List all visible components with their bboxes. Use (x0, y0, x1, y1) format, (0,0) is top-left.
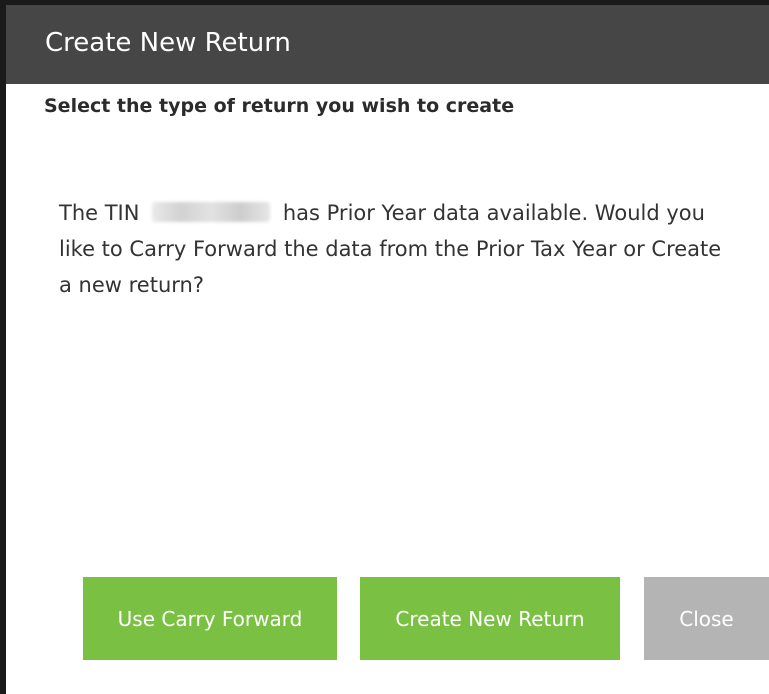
create-new-return-button[interactable]: Create New Return (360, 577, 620, 660)
dialog-subtitle: Select the type of return you wish to cr… (44, 95, 515, 117)
dialog-title: Create New Return (45, 28, 291, 58)
dialog-titlebar: Create New Return (6, 5, 769, 84)
create-new-return-dialog: Create New Return Select the type of ret… (0, 0, 769, 694)
dialog-message: The TIN has Prior Year data available. W… (59, 195, 739, 303)
masked-tin (152, 202, 271, 222)
close-button[interactable]: Close (644, 577, 769, 660)
use-carry-forward-button[interactable]: Use Carry Forward (83, 577, 337, 660)
message-prefix: The TIN (59, 201, 140, 225)
